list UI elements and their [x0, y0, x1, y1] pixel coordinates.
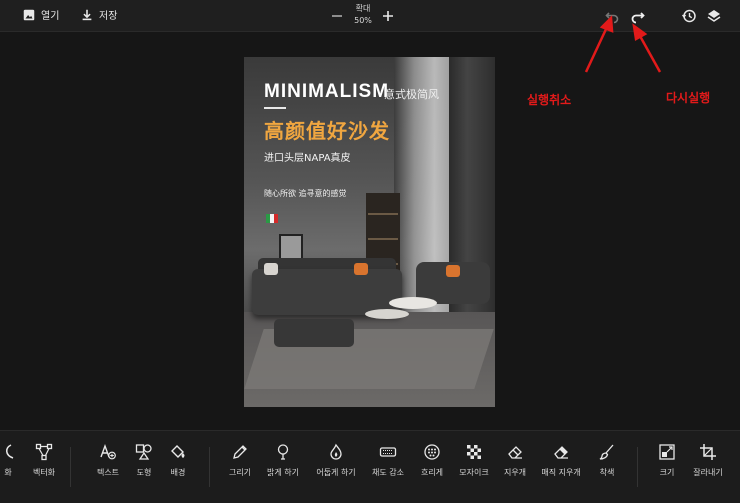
poster-subline: 进口头层NAPA真皮: [264, 153, 351, 164]
divider: [264, 107, 286, 109]
poster-headline: 高颜值好沙发: [264, 119, 390, 143]
image-icon: [23, 9, 35, 20]
open-button[interactable]: 열기: [22, 7, 59, 22]
mosaic-icon: [467, 445, 481, 459]
lightbulb-icon: [277, 444, 289, 460]
poster-title-cn: 意式极简风: [384, 88, 439, 101]
paint-bucket-icon: [171, 445, 185, 458]
text-add-icon: [100, 443, 116, 460]
tool-label: 착색: [599, 468, 615, 477]
zoom-value: 50%: [354, 16, 372, 25]
italy-flag-icon: [266, 214, 278, 223]
undo-icon[interactable]: [604, 8, 620, 24]
tool-magic-eraser[interactable]: 매직 지우개: [536, 443, 586, 478]
flame-icon: [330, 443, 342, 460]
tool-colorize[interactable]: 착색: [582, 443, 632, 478]
layers-icon[interactable]: [706, 8, 722, 24]
eraser-icon: [508, 446, 522, 459]
shapes-icon: [135, 444, 152, 460]
desaturate-icon: [379, 447, 397, 457]
top-toolbar: 열기 저장 확대 50%: [0, 0, 740, 32]
poster-tagline: 随心所欲 追寻意的感觉: [264, 189, 347, 198]
zoom-control: 확대 50%: [327, 2, 397, 30]
pillow: [446, 265, 460, 277]
pencil-icon: [233, 445, 247, 459]
undo-annotation: 실행취소: [527, 93, 572, 107]
tool-desaturate[interactable]: 채도 감소: [363, 443, 413, 478]
crop-icon: [700, 444, 716, 460]
tool-label: 매직 지우개: [541, 468, 581, 477]
tool-brighten[interactable]: 밝게 하기: [258, 443, 308, 478]
zoom-in-icon[interactable]: [381, 9, 395, 23]
open-label: 열기: [41, 11, 60, 22]
ottoman: [274, 319, 354, 347]
divider: [637, 447, 638, 487]
tool-eraser[interactable]: 지우개: [490, 443, 540, 478]
pillow: [264, 263, 278, 275]
zoom-out-icon[interactable]: [330, 9, 344, 23]
tool-label: 배경: [170, 468, 186, 477]
zoom-label: 확대: [355, 4, 371, 13]
tool-background[interactable]: 배경: [153, 443, 203, 478]
tool-label: 잘라내기: [693, 468, 723, 477]
divider: [209, 447, 210, 487]
side-table: [365, 309, 409, 319]
magic-eraser-icon: [554, 446, 568, 459]
divider: [70, 447, 71, 487]
save-label: 저장: [99, 11, 118, 22]
blur-icon: [424, 444, 440, 460]
tool-label: 채도 감소: [372, 468, 404, 477]
partial-icon: [6, 444, 14, 459]
pillow: [354, 263, 368, 275]
tool-label: 어둡게 하기: [316, 468, 356, 477]
download-icon: [82, 9, 92, 20]
history-icon[interactable]: [681, 8, 697, 24]
tool-label: 지우개: [503, 468, 527, 477]
tool-label: 벡터화: [32, 468, 56, 477]
tool-vectorize[interactable]: 벡터화: [19, 443, 69, 478]
poster-image[interactable]: MINIMALISM 意式极简风 高颜值好沙发 进口头层NAPA真皮 随心所欲 …: [244, 57, 495, 407]
redo-icon[interactable]: [630, 8, 646, 24]
save-button[interactable]: 저장: [80, 7, 117, 22]
tool-crop[interactable]: 잘라내기: [683, 443, 733, 478]
tool-label: 밝게 하기: [267, 468, 299, 477]
brush-icon: [599, 444, 614, 460]
tool-darken[interactable]: 어둡게 하기: [311, 443, 361, 478]
vector-nodes-icon: [35, 443, 53, 461]
poster-title: MINIMALISM: [264, 81, 390, 102]
coffee-table: [389, 297, 437, 309]
resize-icon: [659, 444, 675, 460]
redo-annotation: 다시실행: [666, 91, 711, 105]
bottom-toolbar: 화 벡터화 텍스트 도형 배경 그리기 밝게 하기 어둡게 하기 채도 감소 흐…: [0, 430, 740, 503]
sofa: [252, 269, 402, 315]
